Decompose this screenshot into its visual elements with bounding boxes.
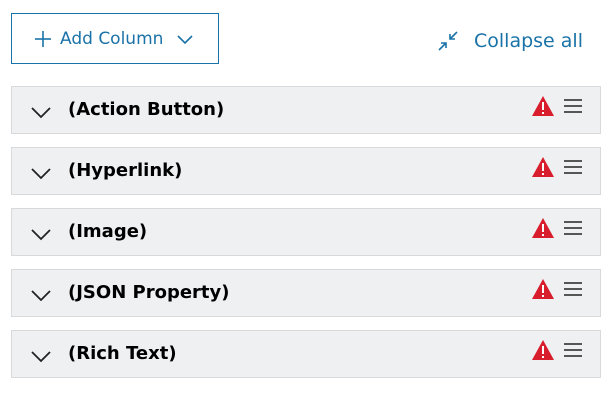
chevron-down-icon — [177, 31, 193, 47]
column-row[interactable]: (JSON Property) — [11, 269, 601, 317]
warning-icon — [531, 156, 555, 178]
chevron-down-icon[interactable] — [30, 166, 52, 180]
column-title: (JSON Property) — [68, 282, 230, 303]
collapse-arrows-icon — [437, 30, 459, 52]
column-row[interactable]: (Hyperlink) — [11, 147, 601, 195]
column-list: (Action Button) (Hyperlink) (Image) (JSO… — [11, 86, 601, 391]
chevron-down-icon[interactable] — [30, 349, 52, 363]
column-row[interactable]: (Action Button) — [11, 86, 601, 134]
add-column-button[interactable]: Add Column — [11, 13, 219, 64]
column-title: (Image) — [68, 221, 148, 242]
warning-icon — [531, 278, 555, 300]
chevron-down-icon[interactable] — [30, 105, 52, 119]
drag-handle-icon[interactable] — [563, 281, 583, 297]
column-title: (Rich Text) — [68, 343, 177, 364]
drag-handle-icon[interactable] — [563, 220, 583, 236]
column-title: (Action Button) — [68, 99, 225, 120]
warning-icon — [531, 95, 555, 117]
warning-icon — [531, 217, 555, 239]
warning-icon — [531, 339, 555, 361]
collapse-all-label: Collapse all — [474, 30, 583, 52]
column-title: (Hyperlink) — [68, 160, 183, 181]
chevron-down-icon[interactable] — [30, 288, 52, 302]
chevron-down-icon[interactable] — [30, 227, 52, 241]
add-column-label: Add Column — [60, 28, 164, 49]
drag-handle-icon[interactable] — [563, 98, 583, 114]
plus-icon — [34, 30, 52, 48]
column-row[interactable]: (Image) — [11, 208, 601, 256]
drag-handle-icon[interactable] — [563, 342, 583, 358]
column-row[interactable]: (Rich Text) — [11, 330, 601, 378]
collapse-all-button[interactable]: Collapse all — [437, 28, 583, 54]
drag-handle-icon[interactable] — [563, 159, 583, 175]
